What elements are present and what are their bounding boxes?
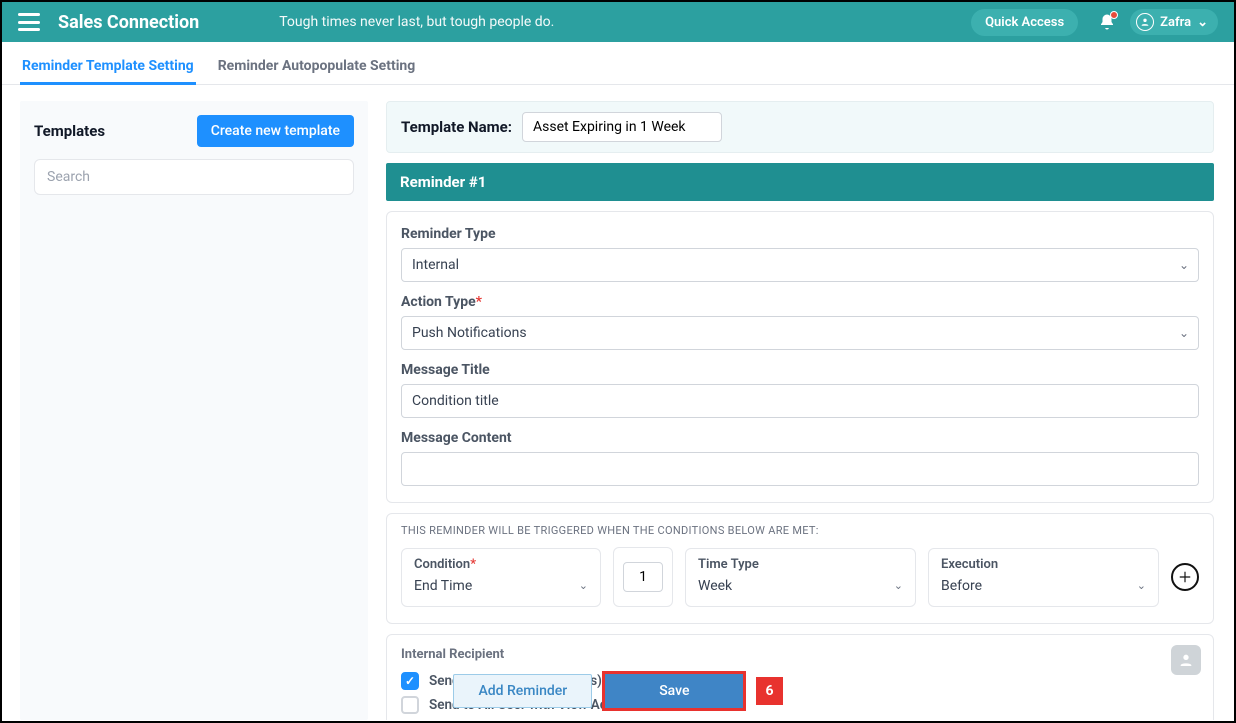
reminder-type-select[interactable]: Internal <box>401 248 1199 282</box>
step-badge: 6 <box>756 677 782 705</box>
add-reminder-button[interactable]: Add Reminder <box>453 674 592 708</box>
chevron-down-icon: ⌄ <box>1137 579 1146 592</box>
reminder-section-header: Reminder #1 <box>386 163 1214 201</box>
reminder-card: Reminder Type Internal ⌄ Action Type* Pu… <box>386 211 1214 503</box>
user-menu[interactable]: Zafra ⌄ <box>1130 9 1218 35</box>
quick-access-button[interactable]: Quick Access <box>971 9 1078 36</box>
user-icon <box>1178 652 1194 668</box>
chevron-down-icon: ⌄ <box>1197 15 1208 30</box>
sidebar: Templates Create new template <box>20 101 368 720</box>
save-button[interactable]: Save <box>605 674 743 708</box>
execution-select[interactable]: Before ⌄ <box>941 576 1146 596</box>
main: Template Name: Reminder #1 Reminder Type… <box>386 101 1220 720</box>
trigger-header: THIS REMINDER WILL BE TRIGGERED WHEN THE… <box>401 524 1199 537</box>
user-name: Zafra <box>1160 15 1191 30</box>
template-name-label: Template Name: <box>401 118 512 136</box>
tab-reminder-template-setting[interactable]: Reminder Template Setting <box>20 52 196 84</box>
content: Templates Create new template Template N… <box>2 85 1234 720</box>
chevron-down-icon: ⌄ <box>579 579 588 592</box>
condition-select[interactable]: End Time ⌄ <box>414 576 588 596</box>
create-template-button[interactable]: Create new template <box>197 115 354 147</box>
tab-reminder-autopopulate-setting[interactable]: Reminder Autopopulate Setting <box>216 52 418 84</box>
action-type-select[interactable]: Push Notifications <box>401 316 1199 350</box>
message-content-input[interactable] <box>401 452 1199 486</box>
app-title: Sales Connection <box>58 12 199 33</box>
recipients-title: Internal Recipient <box>401 647 1199 662</box>
tabs: Reminder Template Setting Reminder Autop… <box>2 42 1234 85</box>
template-name-bar: Template Name: <box>386 101 1214 153</box>
topbar: Sales Connection Tough times never last,… <box>2 2 1234 42</box>
message-title-input[interactable] <box>401 384 1199 418</box>
chevron-down-icon: ⌄ <box>894 579 903 592</box>
actions-bar: Add Reminder Save 6 <box>2 671 1234 711</box>
template-name-input[interactable] <box>522 112 722 142</box>
plus-icon <box>1178 570 1192 584</box>
tagline: Tough times never last, but tough people… <box>279 14 554 30</box>
notification-dot <box>1110 11 1118 19</box>
search-input[interactable] <box>34 159 354 195</box>
save-button-highlight: Save <box>602 671 746 711</box>
trigger-card: THIS REMINDER WILL BE TRIGGERED WHEN THE… <box>386 513 1214 624</box>
reminder-type-label: Reminder Type <box>401 226 1199 242</box>
execution-label: Execution <box>941 557 1146 572</box>
message-title-label: Message Title <box>401 362 1199 378</box>
menu-icon[interactable] <box>18 13 40 31</box>
condition-label: Condition* <box>414 557 588 572</box>
timetype-label: Time Type <box>698 557 903 572</box>
action-type-label: Action Type* <box>401 294 1199 310</box>
notifications-button[interactable] <box>1098 13 1116 31</box>
message-content-label: Message Content <box>401 430 1199 446</box>
timetype-select[interactable]: Week ⌄ <box>698 576 903 596</box>
add-condition-button[interactable] <box>1171 563 1199 591</box>
avatar-icon <box>1136 13 1154 31</box>
sidebar-title: Templates <box>34 122 105 140</box>
offset-input[interactable] <box>623 562 663 592</box>
